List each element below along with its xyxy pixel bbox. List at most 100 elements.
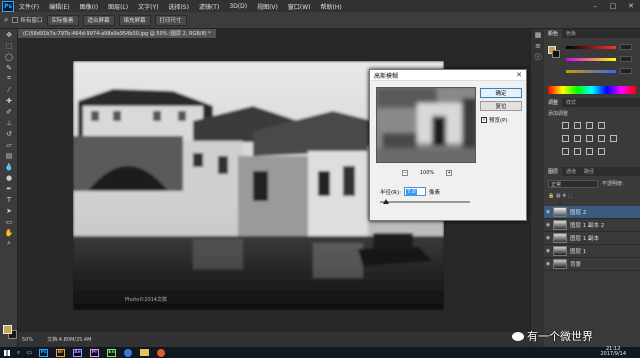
- close-icon[interactable]: ✕: [516, 71, 522, 79]
- layer-row[interactable]: ◉ 背景: [544, 258, 640, 271]
- browser-taskbar-icon[interactable]: [124, 348, 133, 357]
- task-view-icon[interactable]: ▭: [26, 349, 32, 356]
- menu-item-view[interactable]: 视图(V): [252, 2, 283, 11]
- document-info[interactable]: 文档:4.80M/25.4M: [47, 336, 91, 343]
- brush-tool-icon[interactable]: ✐: [0, 106, 18, 117]
- zoom-level[interactable]: 50%: [22, 337, 33, 343]
- layer-row[interactable]: ◉ 图层 1 副本: [544, 232, 640, 245]
- clone-stamp-tool-icon[interactable]: ⊥: [0, 117, 18, 128]
- blue-slider[interactable]: [566, 70, 616, 73]
- color-spectrum[interactable]: [548, 86, 636, 94]
- ok-button[interactable]: 确定: [480, 88, 522, 98]
- layer-name[interactable]: 背景: [570, 260, 581, 268]
- shape-tool-icon[interactable]: ▭: [0, 216, 18, 227]
- eye-icon[interactable]: ◉: [544, 248, 552, 254]
- quick-select-tool-icon[interactable]: ✎: [0, 62, 18, 73]
- gradient-tool-icon[interactable]: ▤: [0, 150, 18, 161]
- black-white-icon[interactable]: [598, 135, 605, 142]
- tab-color[interactable]: 颜色: [544, 29, 563, 38]
- photoshop-taskbar-icon[interactable]: Ps: [39, 348, 49, 357]
- close-icon[interactable]: ✕: [622, 0, 640, 12]
- menu-item-edit[interactable]: 编辑(E): [44, 2, 74, 11]
- background-color-preview[interactable]: [552, 50, 560, 58]
- menu-item-help[interactable]: 帮助(H): [316, 2, 347, 11]
- search-icon[interactable]: ⌕: [17, 349, 20, 357]
- document-tab[interactable]: (C)58d91b7a-797b-464d-9974-a98a9a954b30.…: [18, 29, 216, 38]
- menu-item-layer[interactable]: 图层(L): [103, 2, 133, 11]
- menu-item-select[interactable]: 选择(S): [163, 2, 194, 11]
- layer-row[interactable]: ◉ 图层 1: [544, 245, 640, 258]
- menu-item-type[interactable]: 文字(Y): [133, 2, 163, 11]
- info-icon[interactable]: ⓘ: [531, 51, 545, 62]
- green-value-field[interactable]: [620, 56, 632, 62]
- type-tool-icon[interactable]: T: [0, 194, 18, 205]
- photo-filter-icon[interactable]: [610, 135, 617, 142]
- foreground-color-swatch[interactable]: [3, 325, 12, 334]
- tab-adjustments[interactable]: 调整: [544, 98, 563, 107]
- history-icon[interactable]: ▦: [531, 29, 545, 40]
- history-brush-tool-icon[interactable]: ↺: [0, 128, 18, 139]
- dodge-tool-icon[interactable]: ●: [0, 172, 18, 183]
- zoom-out-icon[interactable]: −: [402, 170, 408, 176]
- brightness-icon[interactable]: [562, 122, 569, 129]
- menu-item-image[interactable]: 图像(I): [75, 2, 103, 11]
- menu-item-file[interactable]: 文件(F): [14, 2, 44, 11]
- eye-icon[interactable]: ◉: [544, 209, 552, 215]
- eyedropper-tool-icon[interactable]: ⁄: [0, 84, 18, 95]
- print-size-button[interactable]: 打印尺寸: [154, 14, 187, 26]
- folder-taskbar-icon[interactable]: [140, 349, 150, 356]
- preview-checkbox-row[interactable]: ✓ 预览(P): [481, 116, 508, 124]
- minimize-icon[interactable]: –: [586, 0, 604, 12]
- media-taskbar-icon[interactable]: [157, 348, 166, 357]
- fill-screen-button[interactable]: 填充屏幕: [118, 14, 151, 26]
- gradient-map-icon[interactable]: [598, 148, 605, 155]
- threshold-icon[interactable]: [586, 148, 593, 155]
- blur-tool-icon[interactable]: 💧: [0, 161, 18, 172]
- tab-channels[interactable]: 通道: [562, 168, 580, 175]
- start-button[interactable]: [0, 347, 14, 358]
- properties-icon[interactable]: ≡: [531, 40, 545, 51]
- healing-brush-tool-icon[interactable]: ✚: [0, 95, 18, 106]
- zoom-tool-icon[interactable]: ⌕: [4, 15, 8, 25]
- encore-taskbar-icon[interactable]: En: [107, 348, 117, 357]
- vibrance-icon[interactable]: [562, 135, 569, 142]
- marquee-tool-icon[interactable]: ⬚: [0, 40, 18, 51]
- layer-name[interactable]: 图层 1: [570, 247, 586, 255]
- bridge-taskbar-icon[interactable]: Br: [56, 348, 66, 357]
- curves-icon[interactable]: [586, 122, 593, 129]
- blend-mode-select[interactable]: 正常: [548, 180, 598, 188]
- fit-screen-button[interactable]: 适合屏幕: [82, 14, 115, 26]
- tab-swatches[interactable]: 色板: [562, 30, 580, 37]
- maximize-icon[interactable]: □: [604, 0, 622, 12]
- posterize-icon[interactable]: [574, 148, 581, 155]
- eye-icon[interactable]: ◉: [544, 235, 552, 241]
- eye-icon[interactable]: ◉: [544, 222, 552, 228]
- menu-item-3d[interactable]: 3D(D): [224, 3, 252, 10]
- layer-name[interactable]: 图层 2: [570, 208, 586, 216]
- tab-styles[interactable]: 样式: [562, 99, 580, 106]
- layer-name[interactable]: 图层 1 副本: [570, 234, 599, 242]
- move-tool-icon[interactable]: ✥: [0, 29, 18, 40]
- path-select-tool-icon[interactable]: ➤: [0, 205, 18, 216]
- radius-slider-thumb[interactable]: [383, 199, 390, 204]
- preview-checkbox[interactable]: ✓: [481, 117, 487, 123]
- actual-pixels-button[interactable]: 实际像素: [46, 14, 79, 26]
- blue-value-field[interactable]: [620, 68, 632, 74]
- lasso-tool-icon[interactable]: ◯: [0, 51, 18, 62]
- all-windows-checkbox[interactable]: [12, 17, 19, 23]
- zoom-tool-icon[interactable]: ⌕: [0, 238, 18, 249]
- red-slider[interactable]: [566, 46, 616, 49]
- radius-input[interactable]: 7.0: [403, 187, 426, 196]
- layer-row[interactable]: ◉ 图层 1 副本 2: [544, 219, 640, 232]
- hue-saturation-icon[interactable]: [574, 135, 581, 142]
- pen-tool-icon[interactable]: ✒: [0, 183, 18, 194]
- color-swatches[interactable]: [3, 325, 17, 339]
- tab-paths[interactable]: 路径: [580, 168, 598, 175]
- eye-icon[interactable]: ◉: [544, 261, 552, 267]
- green-slider[interactable]: [566, 58, 616, 61]
- tab-layers[interactable]: 图层: [544, 167, 563, 176]
- zoom-in-icon[interactable]: +: [445, 170, 452, 176]
- layer-name[interactable]: 图层 1 副本 2: [570, 221, 604, 229]
- levels-icon[interactable]: [574, 122, 581, 129]
- color-balance-icon[interactable]: [586, 135, 593, 142]
